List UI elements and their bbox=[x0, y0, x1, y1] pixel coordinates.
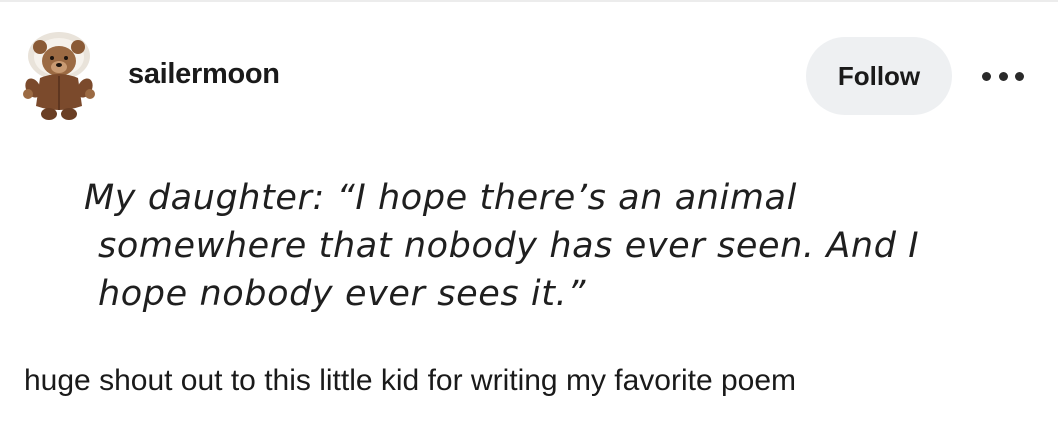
post-card: sailermoon Follow My daughter: “I hope t… bbox=[0, 0, 1058, 437]
more-dot bbox=[1015, 71, 1024, 81]
quote-line: somewhere that nobody has ever seen. And… bbox=[98, 226, 920, 266]
more-options-icon[interactable] bbox=[982, 64, 1024, 88]
username[interactable]: sailermoon bbox=[128, 58, 280, 91]
quote-line: hope nobody ever sees it.” bbox=[98, 274, 587, 314]
teddy-bear-avatar-icon bbox=[23, 32, 95, 120]
more-dot bbox=[998, 71, 1008, 81]
quote-image-text: My daughter: “I hope there’s an animal s… bbox=[84, 174, 1034, 318]
follow-button[interactable]: Follow bbox=[806, 37, 952, 115]
quote-line: My daughter: “I hope there’s an animal bbox=[84, 178, 797, 218]
avatar[interactable] bbox=[22, 30, 96, 122]
post-caption: huge shout out to this little kid for wr… bbox=[24, 364, 797, 397]
more-dot bbox=[982, 71, 991, 81]
